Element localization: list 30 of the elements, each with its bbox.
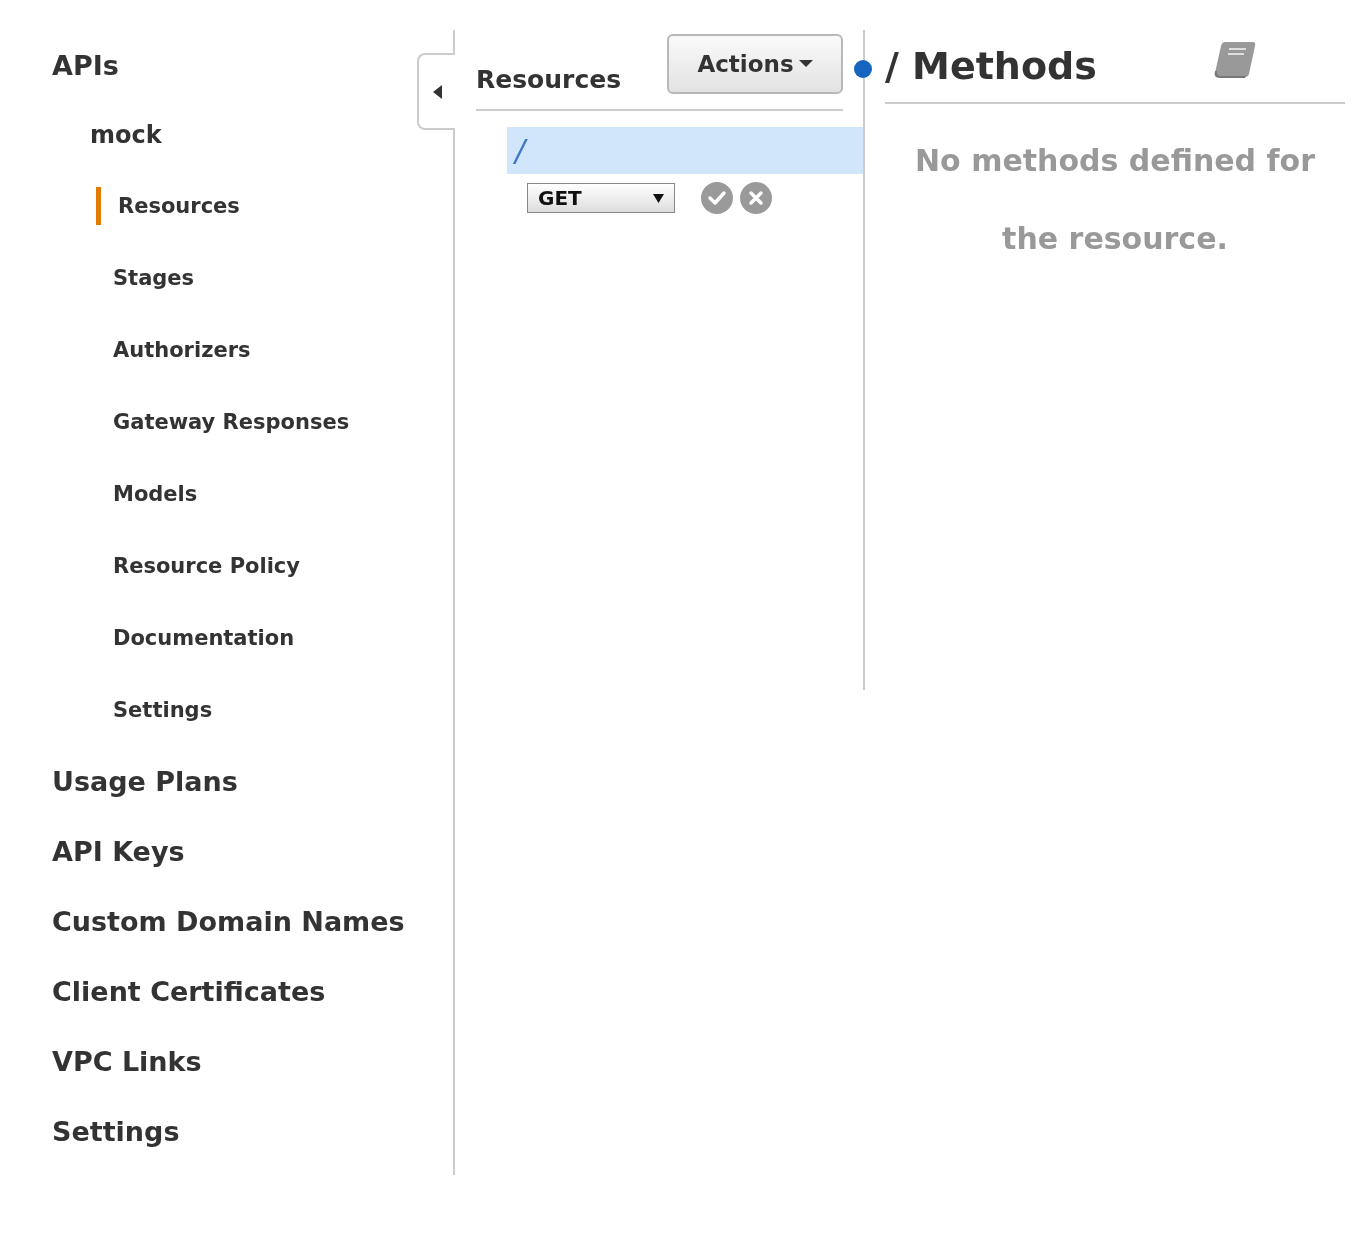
sidebar-item[interactable]: Settings bbox=[52, 1115, 180, 1147]
sidebar-item[interactable]: Usage Plans bbox=[52, 765, 238, 797]
sidebar-item[interactable]: Custom Domain Names bbox=[52, 905, 405, 937]
sidebar-item[interactable]: Resources bbox=[96, 187, 240, 225]
sidebar-item[interactable]: Resource Policy bbox=[113, 547, 300, 585]
panel-title: / Methods bbox=[885, 44, 1097, 88]
sidebar-item[interactable]: mock bbox=[90, 121, 162, 149]
timeline-dot bbox=[854, 60, 872, 78]
sidebar-item[interactable]: Settings bbox=[113, 691, 213, 729]
collapse-tab[interactable] bbox=[417, 53, 455, 130]
resource-row[interactable]: / bbox=[507, 127, 863, 174]
sidebar-item[interactable]: Client Certificates bbox=[52, 975, 326, 1007]
empty-message: No methods defined for the resource. bbox=[914, 142, 1316, 258]
sidebar-item[interactable]: Gateway Responses bbox=[113, 403, 350, 441]
sidebar-item[interactable]: Models bbox=[113, 475, 198, 513]
sidebar-item[interactable]: Documentation bbox=[113, 619, 295, 657]
panel-title: Resources bbox=[476, 65, 622, 94]
dropdown-arrow-icon bbox=[653, 192, 664, 204]
caret-left-icon bbox=[432, 84, 442, 99]
sidebar-item[interactable]: VPC Links bbox=[52, 1045, 202, 1077]
book-icon[interactable] bbox=[1213, 40, 1257, 80]
confirm-icon[interactable] bbox=[701, 182, 733, 214]
sidebar-item[interactable]: APIs bbox=[52, 49, 119, 81]
sidebar-item[interactable]: Authorizers bbox=[113, 331, 251, 369]
method-select[interactable]: GET bbox=[527, 183, 675, 213]
cancel-icon[interactable] bbox=[740, 182, 772, 214]
sidebar-item[interactable]: Stages bbox=[113, 259, 195, 297]
sidebar-item[interactable]: API Keys bbox=[52, 835, 185, 867]
actions-button[interactable]: Actions bbox=[667, 33, 843, 94]
caret-down-icon bbox=[798, 59, 813, 68]
